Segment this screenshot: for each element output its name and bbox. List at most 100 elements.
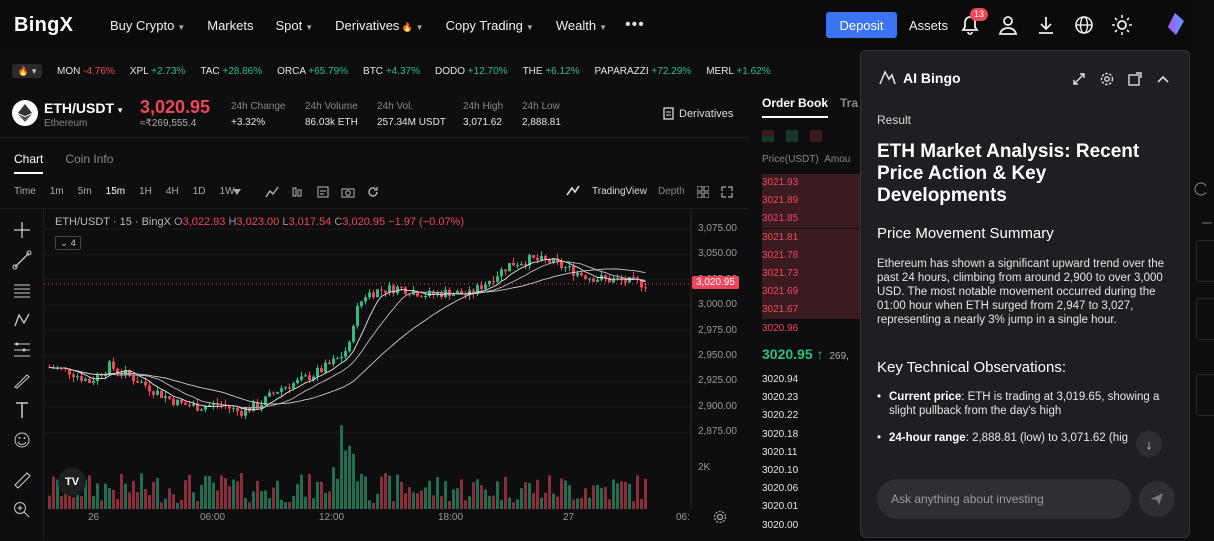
expand-icon[interactable] bbox=[1071, 71, 1087, 87]
volume-bar bbox=[520, 488, 523, 509]
derivatives-link[interactable]: Derivatives bbox=[662, 107, 733, 120]
candlestick-chart[interactable] bbox=[0, 209, 750, 541]
bid-row[interactable]: 3020.18 bbox=[762, 426, 862, 444]
nav-derivatives[interactable]: Derivatives 🔥 ▼ bbox=[335, 18, 423, 33]
volume-bar bbox=[224, 478, 227, 509]
timeframe-4h[interactable]: 4H bbox=[166, 186, 179, 197]
tab-trades[interactable]: Tra bbox=[840, 96, 858, 110]
chart-area[interactable] bbox=[0, 208, 750, 540]
nav-label: Buy Crypto bbox=[110, 17, 175, 33]
candle-body bbox=[236, 407, 239, 412]
ruler-icon[interactable] bbox=[12, 470, 32, 490]
volume-bar bbox=[616, 483, 619, 509]
zoom-in-icon[interactable] bbox=[12, 500, 32, 520]
pattern-icon[interactable] bbox=[12, 310, 32, 330]
emoji-icon[interactable] bbox=[12, 430, 32, 450]
nav-wealth[interactable]: Wealth ▼ bbox=[556, 18, 607, 33]
indicators-icon[interactable] bbox=[265, 185, 279, 199]
nav-buy-crypto[interactable]: Buy Crypto ▼ bbox=[110, 18, 185, 33]
candle-type-icon[interactable] bbox=[290, 185, 304, 199]
ticker-item[interactable]: THE +6.12% bbox=[523, 66, 580, 77]
timeframe-1h[interactable]: 1H bbox=[139, 186, 152, 197]
help-icon[interactable] bbox=[1192, 182, 1206, 196]
globe-icon[interactable] bbox=[1073, 14, 1095, 36]
ticker-item[interactable]: TAC +28.86% bbox=[200, 66, 262, 77]
tab-chart[interactable]: Chart bbox=[14, 152, 44, 174]
ask-row[interactable]: 3020.96 bbox=[762, 320, 862, 338]
more-menu-icon[interactable]: ••• bbox=[625, 16, 645, 34]
settings-gear-icon[interactable] bbox=[713, 510, 727, 524]
nav-spot[interactable]: Spot ▼ bbox=[275, 18, 313, 33]
timeframe-1m[interactable]: 1m bbox=[50, 186, 64, 197]
replay-icon[interactable] bbox=[366, 185, 380, 199]
bingx-logo[interactable]: BingX bbox=[14, 14, 94, 37]
text-icon[interactable] bbox=[12, 400, 32, 420]
scroll-down-button[interactable]: ↓ bbox=[1136, 431, 1162, 457]
depth-toggle[interactable]: Depth bbox=[658, 186, 685, 197]
measure-icon[interactable] bbox=[12, 340, 32, 360]
ticker-item[interactable]: MON -4.76% bbox=[57, 66, 115, 77]
bid-row[interactable]: 3020.06 bbox=[762, 480, 862, 498]
user-icon[interactable] bbox=[997, 14, 1019, 36]
book-view-toggles[interactable] bbox=[762, 130, 824, 142]
ticker-item[interactable]: XPL +2.73% bbox=[130, 66, 186, 77]
hot-filter-dropdown[interactable]: 🔥 ▾ bbox=[12, 64, 42, 78]
nav-markets[interactable]: Markets bbox=[207, 18, 253, 33]
bid-row[interactable]: 3020.10 bbox=[762, 462, 862, 480]
timeframe-5m[interactable]: 5m bbox=[78, 186, 92, 197]
volume-bar bbox=[76, 494, 79, 509]
fire-icon: 🔥 bbox=[401, 21, 413, 32]
fib-lines-icon[interactable] bbox=[12, 280, 32, 300]
ticker-item[interactable]: PAPARAZZI +72.29% bbox=[595, 66, 692, 77]
nav-copy-trading[interactable]: Copy Trading ▼ bbox=[446, 18, 534, 33]
bid-row[interactable]: 3020.23 bbox=[762, 389, 862, 407]
brush-icon[interactable] bbox=[12, 370, 32, 390]
template-icon[interactable] bbox=[316, 185, 330, 199]
theme-sun-icon[interactable] bbox=[1111, 14, 1133, 36]
ticker-item[interactable]: BTC +4.37% bbox=[363, 66, 420, 77]
timeframe-time[interactable]: Time bbox=[14, 186, 36, 197]
bid-row[interactable]: 3020.01 bbox=[762, 498, 862, 516]
layout-grid-icon[interactable] bbox=[697, 186, 709, 198]
ask-row[interactable]: 3021.73 bbox=[762, 265, 862, 283]
price-tick: 2,900.00 bbox=[698, 400, 737, 412]
deposit-button[interactable]: Deposit bbox=[826, 12, 897, 38]
ai-chat-input[interactable] bbox=[877, 479, 1131, 519]
settings-icon[interactable] bbox=[1099, 71, 1115, 87]
timeframe-15m[interactable]: 15m bbox=[106, 186, 125, 197]
send-button[interactable] bbox=[1139, 481, 1175, 517]
avatar[interactable] bbox=[1162, 11, 1188, 37]
indicator-toggle[interactable]: ⌄ 4 bbox=[55, 236, 81, 250]
collapse-chevron-up-icon[interactable] bbox=[1155, 71, 1171, 87]
bid-row[interactable]: 3020.94 bbox=[762, 371, 862, 389]
assets-link[interactable]: Assets bbox=[909, 18, 948, 33]
crosshair-icon[interactable] bbox=[12, 220, 32, 240]
screenshot-camera-icon[interactable] bbox=[341, 185, 355, 199]
tab-order-book[interactable]: Order Book bbox=[762, 96, 829, 118]
timeframe-1d[interactable]: 1D bbox=[193, 186, 206, 197]
ticker-item[interactable]: MERL +1.62% bbox=[706, 66, 770, 77]
ask-row[interactable]: 3021.81 bbox=[762, 228, 862, 247]
tab-coin-info[interactable]: Coin Info bbox=[65, 152, 113, 174]
bid-row[interactable]: 3020.22 bbox=[762, 407, 862, 425]
caret-down-icon[interactable] bbox=[233, 189, 241, 195]
bid-row[interactable]: 3020.11 bbox=[762, 444, 862, 462]
ask-row[interactable]: 3021.69 bbox=[762, 283, 862, 302]
ask-row[interactable]: 3021.89 bbox=[762, 192, 862, 211]
pair-selector[interactable]: ETH/USDT ▾ bbox=[44, 100, 122, 116]
ticker-item[interactable]: DODO +12.70% bbox=[435, 66, 508, 77]
ticker-item[interactable]: ORCA +65.79% bbox=[277, 66, 348, 77]
ask-row[interactable]: 3021.85 bbox=[762, 210, 862, 229]
tradingview-logo[interactable]: TV bbox=[58, 468, 86, 496]
trendline-icon[interactable] bbox=[12, 250, 32, 270]
volume-bar bbox=[412, 492, 415, 509]
popout-icon[interactable] bbox=[1127, 71, 1143, 87]
ask-row[interactable]: 3021.67 bbox=[762, 301, 862, 320]
fullscreen-icon[interactable] bbox=[721, 186, 733, 198]
ask-row[interactable]: 3021.78 bbox=[762, 246, 862, 265]
tradingview-toggle[interactable]: TradingView bbox=[592, 186, 647, 197]
ask-row[interactable]: 3021.93 bbox=[762, 174, 862, 192]
bid-row[interactable]: 3020.00 bbox=[762, 517, 862, 535]
download-icon[interactable] bbox=[1035, 14, 1057, 36]
order-book-header: Price(USDT) Amou bbox=[762, 154, 850, 165]
